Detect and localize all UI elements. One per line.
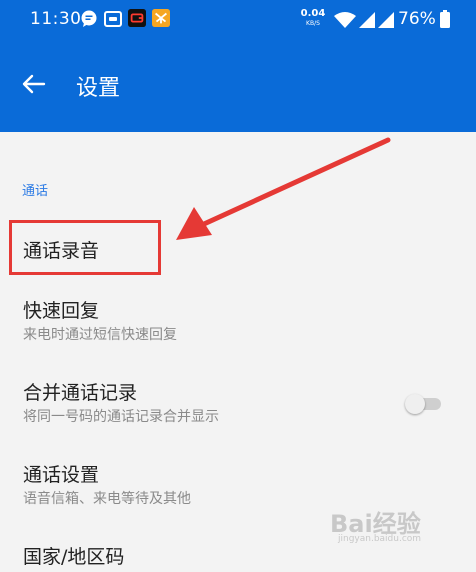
- watermark-subtext: jingyan.baidu.com: [338, 534, 422, 544]
- annotation-arrow-icon: [176, 137, 391, 240]
- watermark: Bai经验 jingyan.baidu.com: [330, 502, 470, 552]
